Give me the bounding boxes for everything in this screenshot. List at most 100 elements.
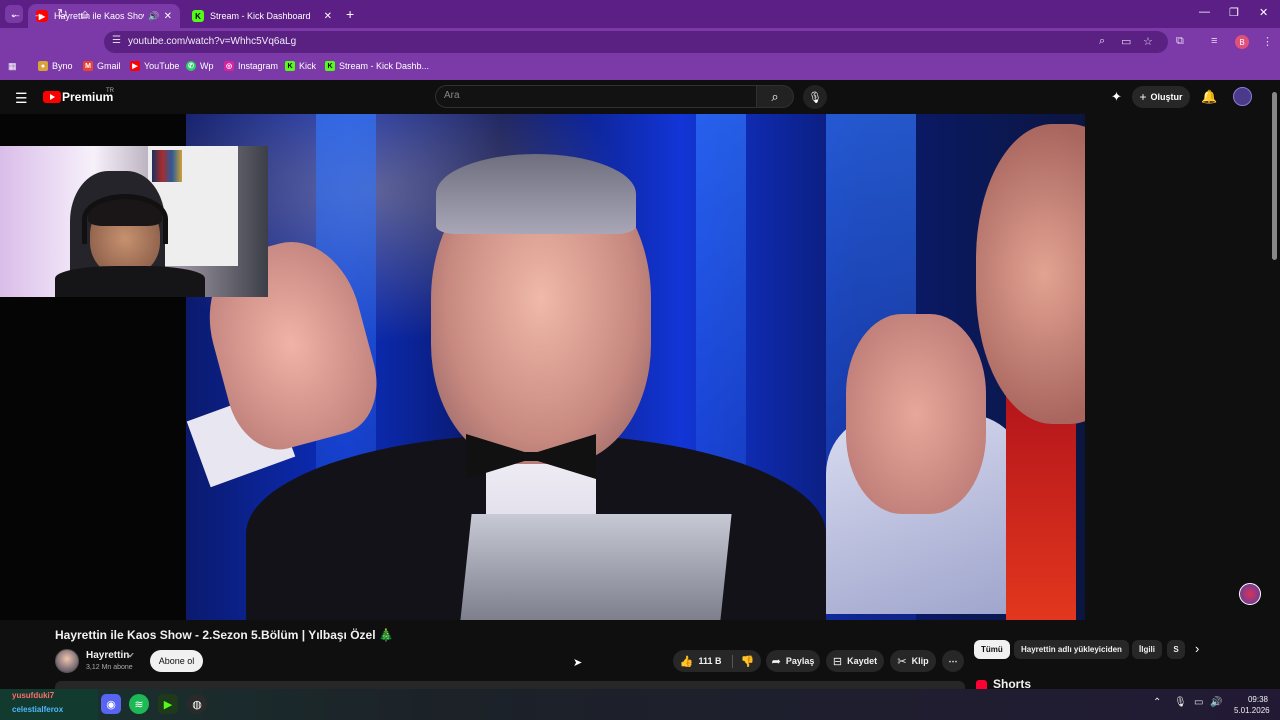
discord-icon[interactable]: ◉ [101, 694, 121, 714]
obs-icon[interactable]: ◍ [187, 694, 207, 714]
notifications-bell-icon[interactable]: 🔔 [1201, 89, 1217, 105]
thumbs-down-icon: 👎 [740, 655, 755, 668]
kick-app-icon[interactable]: ▶ [158, 694, 178, 714]
tab-youtube[interactable]: ▶ Hayrettin ile Kaos Show - 2. 🔊 ✕ [28, 4, 180, 28]
bookmark-instagram[interactable]: ◎ Instagram [224, 61, 278, 71]
whatsapp-icon: ✆ [186, 61, 196, 71]
cast-icon[interactable]: ▭ [1121, 35, 1131, 48]
tray-chevron-up-icon[interactable]: ⌃ [1153, 697, 1161, 708]
channel-avatar[interactable] [55, 649, 79, 673]
site-info-icon[interactable]: ☰ [112, 35, 121, 46]
account-avatar[interactable] [1233, 87, 1252, 106]
search-icon: ⌕ [771, 88, 779, 104]
plus-icon: + [1139, 90, 1147, 104]
headset [82, 194, 168, 244]
chevron-right-icon[interactable]: › [1195, 641, 1199, 656]
more-horizontal-icon: ⋯ [948, 655, 958, 666]
clock-time: 09:38 [1247, 695, 1268, 704]
forward-icon[interactable]: → [33, 6, 46, 21]
search-button[interactable]: ⌕ [756, 85, 794, 108]
new-tab-button[interactable]: + [346, 6, 354, 22]
create-button[interactable]: + Oluştur [1132, 86, 1190, 108]
subscriber-count: 3,12 Mn abone [86, 664, 133, 671]
chip-all[interactable]: Tümü [974, 640, 1010, 659]
kick-favicon-icon: K [192, 10, 204, 22]
restore-icon[interactable]: ❐ [1229, 6, 1239, 19]
like-button[interactable]: 👍 111 B [679, 654, 733, 668]
bookmark-kick[interactable]: K Kick [285, 61, 316, 71]
thumbs-up-icon: 👍 [679, 655, 694, 668]
close-tab-icon[interactable]: ✕ [164, 11, 172, 22]
clock-date: 5.01.2026 [1234, 706, 1270, 715]
chip-from-uploader[interactable]: Hayrettin adlı yükleyiciden [1014, 640, 1129, 659]
chat-overlay: yusufduki7 celestialferox [0, 689, 98, 720]
host-hair [436, 154, 636, 234]
more-menu-icon[interactable]: ⋮ [1262, 35, 1273, 48]
guest-face [976, 124, 1085, 424]
scissors-icon: ✂ [897, 655, 907, 668]
back-icon[interactable]: ← [9, 6, 22, 21]
clip-button[interactable]: ✂ Klip [890, 650, 936, 672]
country-code: TR [106, 88, 114, 94]
extensions-icon[interactable]: ⧉ [1176, 35, 1184, 48]
spotify-icon[interactable]: ≋ [129, 694, 149, 714]
tray-volume-icon[interactable]: 🔊 [1210, 697, 1222, 708]
bookmark-youtube[interactable]: ▶ YouTube [130, 61, 179, 71]
bookmark-gmail[interactable]: M Gmail [83, 61, 121, 71]
reload-icon[interactable]: ↻ [57, 6, 68, 22]
mouse-cursor-icon: ➤ [573, 657, 583, 669]
apps-icon[interactable]: ▦ [8, 61, 17, 72]
bookmark-stream-kick[interactable]: K Stream - Kick Dashb... [325, 61, 429, 71]
youtube-icon: ▶ [130, 61, 140, 71]
zoom-icon[interactable]: ⌕ [1099, 35, 1105, 48]
laptop [460, 514, 732, 620]
tray-display-icon[interactable]: ▭ [1194, 697, 1203, 708]
instagram-icon: ◎ [224, 61, 234, 71]
chip-related[interactable]: İlgili [1132, 640, 1162, 659]
home-icon[interactable]: ⌂ [81, 6, 89, 21]
media-controls-icon[interactable]: ≡ [1211, 35, 1217, 47]
share-button[interactable]: ➦ Paylaş [766, 650, 820, 672]
byno-icon: ● [38, 61, 48, 71]
microphone-icon: 🎙 [808, 91, 822, 104]
close-window-icon[interactable]: ✕ [1259, 6, 1268, 19]
channel-watermark-icon[interactable] [1239, 583, 1261, 605]
streamer-shirt [55, 266, 205, 297]
youtube-logo-icon[interactable] [43, 91, 61, 103]
chat-username: celestialferox [12, 705, 64, 714]
minimize-icon[interactable]: — [1199, 6, 1210, 18]
tray-microphone-icon[interactable]: 🎙 [1174, 697, 1187, 708]
description-box[interactable] [55, 681, 965, 689]
verified-icon: ✔ [128, 651, 135, 660]
webcam-overlay [0, 146, 268, 297]
voice-search-button[interactable]: 🎙 [803, 85, 827, 109]
bookmark-byno[interactable]: ● Byno [38, 61, 73, 71]
hamburger-menu-icon[interactable]: ☰ [15, 90, 28, 107]
url-text[interactable]: youtube.com/watch?v=Whhc5Vq6aLg [128, 36, 296, 47]
bookmark-star-icon[interactable]: ☆ [1143, 35, 1153, 48]
kick-icon: K [285, 61, 295, 71]
channel-name[interactable]: Hayrettin [86, 650, 129, 661]
more-actions-button[interactable]: ⋯ [942, 650, 964, 672]
tab-kick-dashboard[interactable]: K Stream - Kick Dashboard ✕ [184, 4, 340, 28]
guest-hand [846, 314, 986, 514]
speaker-icon[interactable]: 🔊 [148, 11, 159, 22]
bookmark-wp[interactable]: ✆ Wp [186, 61, 214, 71]
video-frame [186, 114, 1085, 620]
profile-avatar[interactable]: B [1235, 35, 1249, 49]
page-scrollbar[interactable] [1272, 92, 1277, 260]
books [152, 150, 182, 182]
search-input[interactable] [444, 90, 744, 101]
subscribe-button[interactable]: Abone ol [150, 650, 203, 672]
like-dislike-group: 👍 111 B 👎 [673, 650, 761, 672]
kick-icon: K [325, 61, 335, 71]
bookmark-icon: ⊟ [832, 655, 843, 668]
system-clock[interactable]: 09:38 5.01.2026 [1234, 694, 1270, 716]
premium-badge-icon[interactable]: ✦ [1111, 89, 1122, 105]
dislike-button[interactable]: 👎 [733, 655, 755, 668]
christmas-tree-icon: 🎄 [378, 628, 394, 642]
close-tab-icon[interactable]: ✕ [324, 11, 332, 22]
save-button[interactable]: ⊟ Kaydet [826, 650, 884, 672]
chip-partial[interactable]: S [1167, 640, 1185, 659]
chat-username: yusufduki7 [12, 691, 55, 700]
